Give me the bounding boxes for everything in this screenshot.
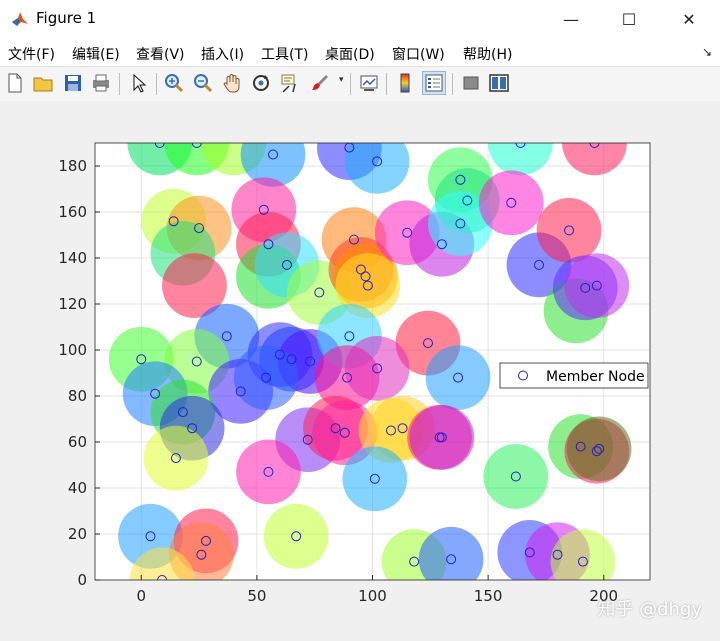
coverage-circle <box>344 336 410 401</box>
rotate-3d-icon[interactable] <box>250 72 272 94</box>
coverage-circle <box>233 345 299 410</box>
matlab-logo-icon <box>12 12 28 26</box>
coverage-circle <box>240 143 306 187</box>
maximize-button[interactable]: ☐ <box>602 0 656 38</box>
menu-insert[interactable]: 插入(I) <box>201 44 244 64</box>
x-tick-label: 100 <box>358 587 387 605</box>
x-tick-label: 0 <box>136 587 146 605</box>
zoom-in-icon[interactable] <box>163 72 185 94</box>
pointer-icon[interactable] <box>128 72 150 94</box>
figure-window: Figure 1 — ☐ ✕ 文件(F) 编辑(E) 查看(V) 插入(I) 工… <box>0 0 720 641</box>
legend-label: Member Node <box>546 369 645 385</box>
minimize-button[interactable]: — <box>544 0 598 38</box>
coverage-circle <box>564 253 630 318</box>
save-icon[interactable] <box>62 72 84 94</box>
coverage-circle <box>550 529 616 580</box>
new-figure-icon[interactable] <box>4 72 26 94</box>
toolbar-separator <box>452 73 453 95</box>
print-icon[interactable] <box>90 72 112 94</box>
scatter-plot[interactable]: 0 50 100 150 200020406080100120140160180Memb… <box>0 101 720 641</box>
coverage-circle <box>425 345 491 410</box>
close-button[interactable]: ✕ <box>662 0 716 38</box>
zoom-out-icon[interactable] <box>192 72 214 94</box>
menu-file[interactable]: 文件(F) <box>8 44 55 64</box>
title-bar: Figure 1 — ☐ ✕ <box>0 0 720 38</box>
menu-bar: 文件(F) 编辑(E) 查看(V) 插入(I) 工具(T) 桌面(D) 窗口(W… <box>0 38 720 66</box>
dock-arrow-icon[interactable]: ↘ <box>702 45 712 59</box>
window-title: Figure 1 <box>36 9 97 27</box>
menu-window[interactable]: 窗口(W) <box>392 44 445 64</box>
open-file-icon[interactable] <box>32 72 54 94</box>
toolbar-separator <box>386 73 387 95</box>
minimize-icon: — <box>563 9 579 29</box>
menu-edit[interactable]: 编辑(E) <box>72 44 120 64</box>
y-tick-label: 140 <box>58 249 87 267</box>
coverage-circle <box>263 503 329 569</box>
y-tick-label: 20 <box>68 525 87 543</box>
coverage-circle <box>143 425 209 491</box>
brush-dropdown-arrow-icon[interactable]: ▾ <box>339 75 344 85</box>
y-tick-label: 40 <box>68 479 87 497</box>
x-tick-label: 50 <box>247 587 266 605</box>
coverage-circle <box>418 526 484 580</box>
data-cursor-icon[interactable] <box>279 72 301 94</box>
hide-plot-tools-icon[interactable] <box>460 72 482 94</box>
menu-tools[interactable]: 工具(T) <box>261 44 308 64</box>
brush-icon[interactable] <box>309 72 331 94</box>
toolbar-separator <box>350 73 351 95</box>
coverage-circle <box>478 170 544 236</box>
toolbar-separator <box>119 73 120 95</box>
coverage-circle <box>483 444 549 509</box>
coverage-circle <box>536 198 602 263</box>
menu-desktop[interactable]: 桌面(D) <box>325 44 375 64</box>
watermark-text: 知乎 @dhgy <box>597 599 702 620</box>
y-tick-label: 80 <box>68 387 87 405</box>
close-icon: ✕ <box>682 9 696 29</box>
colorbar-icon[interactable] <box>394 72 416 94</box>
coverage-circle <box>236 439 301 505</box>
maximize-icon: ☐ <box>621 9 637 29</box>
y-tick-label: 120 <box>58 295 87 313</box>
y-tick-label: 0 <box>77 571 87 589</box>
y-tick-label: 100 <box>58 341 87 359</box>
legend-icon[interactable] <box>422 71 446 95</box>
link-plot-icon[interactable] <box>358 72 380 94</box>
figure-toolbar: ▾ <box>0 66 720 102</box>
x-tick-label: 150 <box>474 587 503 605</box>
y-tick-label: 160 <box>58 203 87 221</box>
show-plot-tools-icon[interactable] <box>488 72 510 94</box>
y-tick-label: 60 <box>68 433 87 451</box>
figure-canvas: 0 50 100 150 200 0 20 40 60 80 100 120 140 160 180 Memb… <box>0 101 720 641</box>
pan-hand-icon[interactable] <box>221 72 243 94</box>
coverage-circle <box>342 446 408 512</box>
menu-help[interactable]: 帮助(H) <box>463 44 512 64</box>
menu-view[interactable]: 查看(V) <box>136 44 185 64</box>
y-tick-label: 180 <box>58 157 87 175</box>
coverage-circle <box>409 405 475 470</box>
legend[interactable]: Member Node <box>499 362 649 389</box>
toolbar-separator <box>156 73 157 95</box>
coverage-circle <box>344 143 410 194</box>
